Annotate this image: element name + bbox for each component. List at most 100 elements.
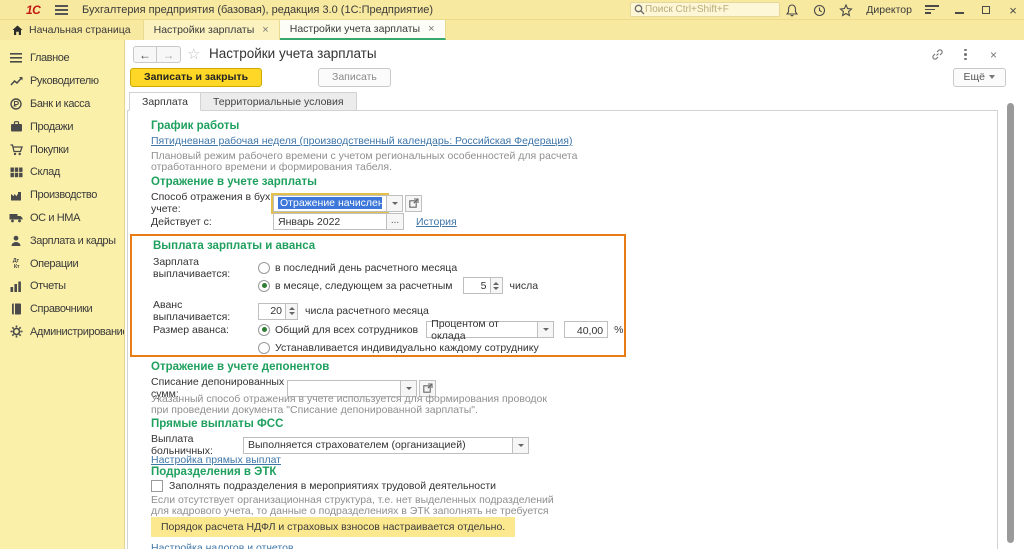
more-options-icon[interactable]	[959, 48, 972, 61]
sidebar-item-sales[interactable]: Продажи	[0, 115, 124, 138]
main-menu-icon[interactable]	[55, 5, 68, 15]
depositors-desc-line2: при проведении документа "Списание депон…	[151, 404, 478, 416]
radio-individual-advance-label: Устанавливается индивидуально каждому со…	[275, 342, 539, 354]
payment-day-suffix: числа	[510, 280, 539, 292]
sidebar-item-bank-cash[interactable]: Банк и касса	[0, 93, 124, 116]
briefcase-icon	[9, 120, 23, 134]
service-menu-icon[interactable]	[925, 3, 939, 17]
sidebar-item-manager[interactable]: Руководителю	[0, 70, 124, 93]
close-window-icon[interactable]: ×	[1006, 3, 1020, 17]
direct-payments-settings-link[interactable]: Настройка прямых выплат	[151, 454, 281, 466]
radio-last-day-label: в последний день расчетного месяца	[275, 262, 457, 274]
sidebar-item-production[interactable]: Производство	[0, 184, 124, 207]
sidebar-item-main[interactable]: Главное	[0, 47, 124, 70]
sidebar-item-reports[interactable]: Отчеты	[0, 275, 124, 298]
nav-forward-button[interactable]: →	[157, 46, 181, 63]
notifications-bell-icon[interactable]	[785, 3, 799, 17]
sidebar-label: Склад	[30, 166, 60, 178]
sick-pay-combo[interactable]: Выполняется страхователем (организацией)	[243, 437, 513, 454]
form-tab-territorial[interactable]: Территориальные условия	[201, 92, 357, 111]
advance-method-combo[interactable]: Процентом от оклада	[426, 321, 538, 338]
sick-pay-dropdown-icon[interactable]	[513, 437, 529, 454]
tab-salary-accounting-settings[interactable]: Настройки учета зарплаты ×	[280, 20, 446, 40]
tab-salary-settings[interactable]: Настройки зарплаты ×	[143, 20, 280, 40]
factory-icon	[9, 188, 23, 202]
taxes-reports-link[interactable]: Настройка налогов и отчетов	[151, 542, 294, 549]
history-link[interactable]: История	[416, 216, 457, 228]
radio-next-month-label: в месяце, следующем за расчетным	[275, 280, 453, 292]
close-form-icon[interactable]: ×	[987, 48, 1000, 61]
bar-chart-icon	[9, 279, 23, 293]
tab-home-page[interactable]: Начальная страница	[0, 20, 143, 40]
payment-day-spin-icons[interactable]	[491, 277, 503, 294]
app-window: 1С Бухгалтерия предприятия (базовая), ре…	[0, 0, 1024, 549]
fill-departments-checkbox[interactable]	[151, 480, 163, 492]
trend-chart-icon	[9, 74, 23, 88]
sidebar-label: Банк и касса	[30, 98, 90, 110]
sidebar-item-operations[interactable]: Дт Кт Операции	[0, 252, 124, 275]
history-icon[interactable]	[812, 3, 826, 17]
radio-common-advance-label: Общий для всех сотрудников	[275, 324, 418, 336]
payment-day-stepper[interactable]	[463, 277, 491, 294]
more-button[interactable]: Ещё	[953, 68, 1006, 87]
save-and-close-button[interactable]: Записать и закрыть	[130, 68, 262, 87]
sidebar-item-directories[interactable]: Справочники	[0, 298, 124, 321]
tab-label: Настройки зарплаты	[154, 24, 255, 36]
form-tab-salary[interactable]: Зарплата	[129, 92, 201, 111]
vertical-scrollbar[interactable]	[1007, 103, 1014, 543]
get-link-icon[interactable]	[931, 48, 944, 61]
section-sidebar: Главное Руководителю Банк и касса Продаж…	[0, 40, 125, 549]
minimize-window-icon[interactable]	[952, 3, 966, 17]
debit-credit-icon: Дт Кт	[9, 257, 23, 271]
salary-paid-label: Зарплата выплачивается:	[153, 256, 258, 280]
payment-highlight-box: Выплата зарплаты и аванса Зарплата выпла…	[130, 234, 626, 357]
effective-date-picker-icon[interactable]: ...	[387, 213, 404, 230]
section-title-salary-reflection: Отражение в учете зарплаты	[151, 176, 317, 188]
advance-method-dropdown-icon[interactable]	[538, 321, 554, 338]
section-title-salary-payment: Выплата зарплаты и аванса	[153, 240, 315, 252]
save-button[interactable]: Записать	[318, 68, 391, 87]
sidebar-item-fixed-assets[interactable]: ОС и НМА	[0, 207, 124, 230]
favorites-star-icon[interactable]	[839, 3, 853, 17]
nav-back-button[interactable]: ←	[133, 46, 157, 63]
sidebar-item-warehouse[interactable]: Склад	[0, 161, 124, 184]
cart-icon	[9, 143, 23, 157]
fill-departments-label: Заполнять подразделения в мероприятиях т…	[169, 480, 496, 492]
search-input[interactable]	[645, 4, 773, 15]
sidebar-item-purchases[interactable]: Покупки	[0, 138, 124, 161]
restore-window-icon[interactable]	[979, 3, 993, 17]
sidebar-label: ОС и НМА	[30, 212, 80, 224]
effective-date-input[interactable]	[273, 213, 387, 230]
radio-last-day[interactable]	[258, 262, 270, 274]
work-schedule-link[interactable]: Пятидневная рабочая неделя (производстве…	[151, 135, 572, 147]
sidebar-item-salary-hr[interactable]: Зарплата и кадры	[0, 229, 124, 252]
advance-paid-label: Аванс выплачивается:	[153, 299, 258, 323]
section-title-depositors: Отражение в учете депонентов	[151, 361, 329, 373]
advance-day-stepper[interactable]	[258, 303, 286, 320]
sidebar-label: Справочники	[30, 303, 92, 315]
sidebar-label: Администрирование	[30, 326, 124, 338]
app-title: Бухгалтерия предприятия (базовая), редак…	[82, 4, 433, 16]
sidebar-label: Отчеты	[30, 280, 66, 292]
reflection-method-open-icon[interactable]	[405, 195, 422, 212]
sidebar-label: Продажи	[30, 121, 73, 133]
chevron-down-icon	[989, 75, 995, 79]
menu-lines-icon	[9, 51, 23, 65]
advance-day-spin-icons[interactable]	[286, 303, 298, 320]
close-tab-icon[interactable]: ×	[262, 24, 268, 36]
reflection-method-dropdown-icon[interactable]	[387, 195, 403, 212]
current-user-label[interactable]: Директор	[866, 4, 912, 16]
reflection-method-combo[interactable]: Отражение начислений п	[273, 195, 387, 212]
global-search[interactable]	[630, 2, 780, 17]
sidebar-label: Производство	[30, 189, 97, 201]
close-tab-icon[interactable]: ×	[428, 23, 434, 35]
radio-next-month[interactable]	[258, 280, 270, 292]
section-title-work-schedule: График работы	[151, 120, 239, 132]
radio-common-advance[interactable]	[258, 324, 270, 336]
work-schedule-desc-line2: отработанного времени и формирования таб…	[151, 161, 392, 173]
radio-individual-advance[interactable]	[258, 342, 270, 354]
advance-percent-input[interactable]	[564, 321, 608, 338]
add-favorite-star-icon[interactable]: ☆	[187, 45, 200, 63]
sidebar-label: Покупки	[30, 144, 69, 156]
sidebar-item-administration[interactable]: Администрирование	[0, 321, 124, 344]
